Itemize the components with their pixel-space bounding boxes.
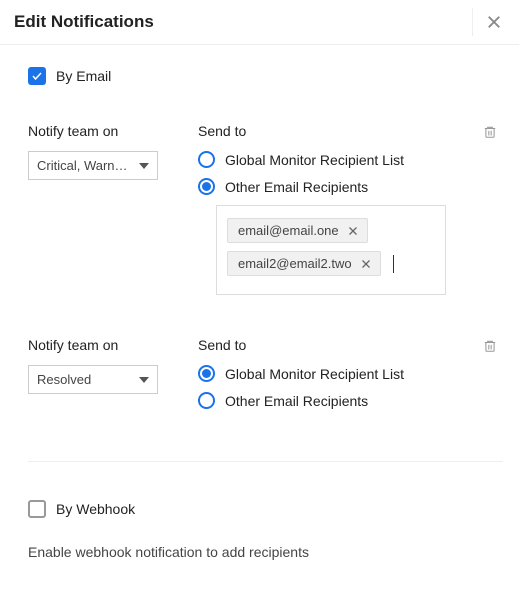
close-icon (485, 13, 503, 31)
radio-other-2[interactable] (198, 392, 215, 409)
notify-select-value-1: Critical, Warn… (37, 158, 128, 173)
chip-remove-button[interactable] (358, 258, 374, 270)
radio-global-row-1: Global Monitor Recipient List (198, 151, 503, 168)
email-chip-text: email@email.one (238, 223, 339, 238)
email-chip: email@email.one (227, 218, 368, 243)
chip-remove-button[interactable] (345, 225, 361, 237)
radio-other-row-1: Other Email Recipients (198, 178, 503, 195)
by-email-label: By Email (56, 68, 111, 84)
radio-other-1[interactable] (198, 178, 215, 195)
chevron-down-icon (139, 163, 149, 169)
check-icon (31, 70, 43, 82)
radio-global-2[interactable] (198, 365, 215, 382)
delete-group-button-1[interactable] (481, 123, 499, 144)
trash-icon (483, 125, 497, 139)
radio-other-label-2: Other Email Recipients (225, 393, 368, 409)
notify-label-2: Notify team on (28, 337, 158, 353)
edit-notifications-dialog: Edit Notifications By Email Notify team … (0, 0, 519, 614)
radio-other-row-2: Other Email Recipients (198, 392, 503, 409)
by-email-checkbox[interactable] (28, 67, 46, 85)
radio-global-label-1: Global Monitor Recipient List (225, 152, 404, 168)
webhook-help-text: Enable webhook notification to add recip… (28, 544, 503, 560)
notify-select-2[interactable]: Resolved (28, 365, 158, 394)
close-button[interactable] (472, 8, 507, 36)
delete-group-button-2[interactable] (481, 337, 499, 358)
webhook-section: By Webhook Enable webhook notification t… (28, 500, 503, 560)
notify-label-1: Notify team on (28, 123, 158, 139)
radio-other-label-1: Other Email Recipients (225, 179, 368, 195)
notify-select-1[interactable]: Critical, Warn… (28, 151, 158, 180)
email-chip: email2@email2.two (227, 251, 381, 276)
notification-group-1: Notify team on Critical, Warn… Send to G… (28, 123, 503, 295)
close-icon (360, 258, 372, 270)
sendto-column-2: Send to Global Monitor Recipient List Ot… (198, 337, 503, 419)
radio-global-row-2: Global Monitor Recipient List (198, 365, 503, 382)
dialog-title: Edit Notifications (14, 12, 154, 32)
text-cursor (393, 255, 394, 273)
dialog-header: Edit Notifications (0, 0, 519, 45)
chevron-down-icon (139, 377, 149, 383)
sendto-label-2: Send to (198, 337, 503, 353)
sendto-label-1: Send to (198, 123, 503, 139)
radio-global-label-2: Global Monitor Recipient List (225, 366, 404, 382)
email-chips-input[interactable]: email@email.one email2@email2.two (216, 205, 446, 295)
notify-column-2: Notify team on Resolved (28, 337, 158, 394)
close-icon (347, 225, 359, 237)
trash-icon (483, 339, 497, 353)
notify-select-value-2: Resolved (37, 372, 91, 387)
by-email-row: By Email (28, 67, 503, 85)
email-chip-text: email2@email2.two (238, 256, 352, 271)
by-webhook-checkbox[interactable] (28, 500, 46, 518)
notification-group-2: Notify team on Resolved Send to Global M… (28, 337, 503, 419)
by-webhook-label: By Webhook (56, 501, 135, 517)
section-divider (28, 461, 503, 462)
notify-column-1: Notify team on Critical, Warn… (28, 123, 158, 180)
radio-global-1[interactable] (198, 151, 215, 168)
sendto-column-1: Send to Global Monitor Recipient List Ot… (198, 123, 503, 295)
dialog-body: By Email Notify team on Critical, Warn… … (0, 45, 519, 560)
by-webhook-row: By Webhook (28, 500, 503, 518)
